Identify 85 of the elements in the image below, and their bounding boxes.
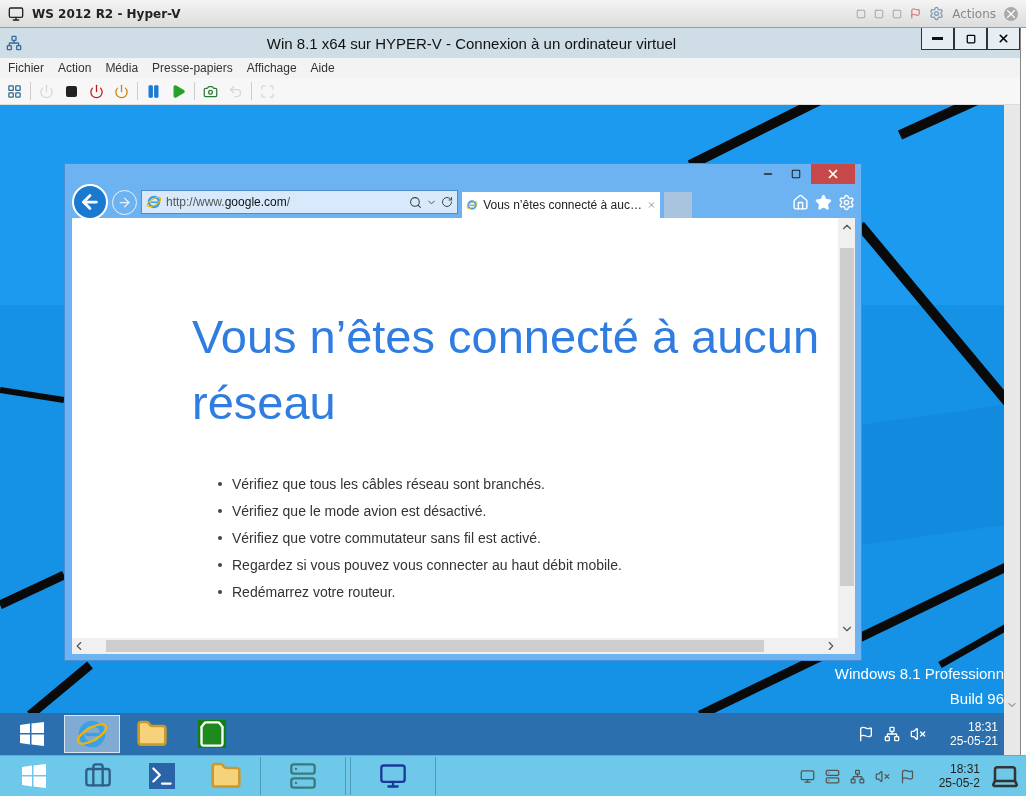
terminal-icon — [149, 763, 175, 789]
close-icon[interactable] — [1004, 6, 1018, 21]
pause-icon — [146, 83, 161, 99]
search-icon[interactable] — [409, 195, 422, 209]
horizontal-scrollbar[interactable] — [72, 638, 838, 654]
tip-text: Regardez si vous pouvez vous connecter au haut débit mobile. — [232, 557, 622, 573]
windows-logo-icon — [19, 721, 45, 747]
network-icon[interactable] — [849, 768, 865, 784]
vertical-scrollbar[interactable] — [1004, 105, 1020, 755]
maximize-button[interactable] — [954, 28, 987, 50]
scrollbar-thumb[interactable] — [839, 248, 854, 586]
power-icon — [114, 83, 129, 99]
flag-icon — [910, 8, 922, 19]
window-icon — [874, 8, 885, 19]
undo-icon — [228, 83, 243, 99]
bullet-dot — [218, 482, 222, 486]
flag-icon[interactable] — [899, 768, 915, 784]
clock[interactable]: 18:31 25-05-2 — [938, 762, 980, 790]
power-icon — [89, 83, 104, 99]
stop-icon — [66, 85, 77, 97]
edition-text: Windows 8.1 Professionn — [834, 665, 1004, 682]
speaker-muted-icon[interactable] — [874, 768, 890, 784]
window-icon — [892, 8, 903, 19]
arrow-left-icon — [79, 191, 101, 213]
tip-text: Vérifiez que tous les câbles réseau sont branchés. — [232, 476, 545, 492]
network-icon — [6, 35, 22, 51]
edition-text: Build 96 — [949, 690, 1004, 707]
server-icon — [289, 762, 317, 790]
home-icon[interactable] — [792, 193, 809, 211]
arrow-right-icon — [117, 194, 132, 210]
clock-time: 18:31 — [949, 762, 980, 776]
browser-e-icon — [146, 194, 162, 210]
clock-date: 25-05-21 — [949, 734, 998, 748]
close-icon — [826, 167, 840, 181]
windows-logo-icon — [21, 763, 47, 789]
bullet-dot — [218, 509, 222, 513]
grid-icon — [7, 83, 22, 99]
minimize-icon — [932, 37, 943, 40]
menu-item[interactable]: Presse-papiers — [152, 61, 233, 75]
expand-icon — [260, 83, 275, 99]
close-button[interactable] — [987, 28, 1020, 50]
bullet-dot — [218, 563, 222, 567]
page-heading: Vous n’êtes connecté à aucun réseau — [192, 309, 821, 431]
clock-date: 25-05-2 — [938, 776, 980, 790]
console-icon — [8, 5, 24, 22]
maximize-icon — [791, 169, 801, 179]
clock[interactable]: 18:31 25-05-21 — [949, 720, 998, 748]
window-icon — [856, 8, 867, 19]
menu-item[interactable]: Média — [105, 61, 139, 75]
minimize-button[interactable] — [921, 28, 954, 50]
vertical-scrollbar[interactable] — [838, 218, 855, 638]
menu-item[interactable]: Affichage — [246, 61, 297, 75]
scrollbar-thumb[interactable] — [106, 640, 764, 652]
maximize-icon — [965, 33, 976, 44]
settings-icon[interactable] — [838, 193, 855, 211]
settings-icon[interactable] — [929, 6, 945, 21]
tip-text: Vérifiez que votre commutateur sans fil est activé. — [232, 530, 541, 546]
taskbar-button[interactable] — [350, 757, 436, 795]
address-field[interactable]: http://www.google.com/ — [141, 190, 458, 214]
menu-item[interactable]: Action — [58, 61, 92, 75]
speaker-muted-icon[interactable] — [909, 726, 926, 742]
taskbar-button[interactable] — [260, 757, 346, 795]
host-window-title: WS 2012 R2 - Hyper-V — [32, 6, 182, 21]
flag-icon[interactable] — [857, 726, 874, 742]
monitor-icon — [379, 762, 407, 790]
close-icon — [997, 32, 1010, 45]
menu-item[interactable]: Fichier — [8, 61, 44, 75]
browser-e-icon — [466, 197, 479, 213]
briefcase-icon — [84, 762, 112, 790]
bullet-dot — [218, 590, 222, 594]
camera-icon — [203, 83, 218, 99]
browser-tab[interactable]: Vous n’êtes connecté à auc… — [462, 192, 660, 218]
power-icon — [39, 83, 54, 99]
refresh-icon[interactable] — [441, 196, 453, 208]
vm-window-title: Win 8.1 x64 sur HYPER-V - Connexion à un ordinateur virtuel — [265, 34, 678, 52]
bullet-dot — [218, 536, 222, 540]
server-icon[interactable] — [824, 768, 840, 784]
tip-text: Vérifiez que le mode avion est désactivé. — [232, 503, 487, 519]
menu-item[interactable]: Aide — [310, 61, 335, 75]
star-icon[interactable] — [815, 193, 832, 211]
back-button[interactable] — [72, 184, 108, 220]
tip-text: Redémarrez votre routeur. — [232, 584, 396, 600]
monitor-icon[interactable] — [799, 768, 815, 784]
play-icon — [171, 83, 186, 99]
clock-time: 18:31 — [967, 720, 998, 734]
